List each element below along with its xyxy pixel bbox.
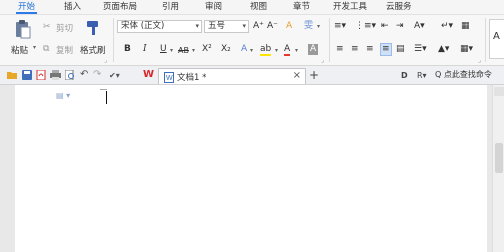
menu-tab-bar: 开始 插入 页面布局 引用 审阅 视图 章节 开发工具 云服务	[0, 0, 504, 14]
paragraph-layout-icon[interactable]: ▤ ▾	[56, 91, 70, 100]
font-dialog-launcher-icon[interactable]: ⌟	[321, 57, 324, 64]
quick-access-bar: ↶ ↷ ✔▾ W W 文档1 * × + D R▾ Q 点此查找命令	[0, 66, 504, 85]
clipboard-dialog-launcher-icon[interactable]: ⌟	[104, 57, 107, 64]
table-borders-button[interactable]: ▦	[461, 21, 470, 32]
margin-mark	[100, 89, 107, 90]
separator	[329, 18, 330, 62]
superscript-button[interactable]: X²	[202, 44, 212, 55]
grow-font-button[interactable]: A⁺	[253, 21, 264, 32]
undo-icon[interactable]: ↶	[80, 69, 88, 80]
wps-logo-icon[interactable]: W	[143, 69, 154, 80]
chevron-down-icon[interactable]: ▾	[192, 45, 195, 56]
tab-view[interactable]: 视图	[250, 1, 267, 14]
align-right-button[interactable]: ≡	[366, 44, 374, 55]
chinese-layout-button[interactable]: A▾	[414, 21, 425, 32]
chevron-down-icon[interactable]: ▾	[170, 45, 173, 56]
tab-page-layout[interactable]: 页面布局	[103, 1, 137, 14]
font-name-select[interactable]: 宋体 (正文) ▾	[117, 20, 202, 33]
tab-cloud[interactable]: 云服务	[386, 1, 412, 14]
chevron-down-icon[interactable]: ▾	[250, 45, 253, 56]
styles-gallery[interactable]: A	[489, 19, 504, 59]
paste-button[interactable]: 粘贴	[11, 44, 28, 56]
text-effect-button[interactable]: A	[241, 44, 247, 55]
format-painter-icon[interactable]	[86, 20, 100, 36]
print-icon[interactable]	[50, 70, 61, 80]
borders-button[interactable]: ▦▾	[460, 44, 473, 55]
command-search[interactable]: Q 点此查找命令	[435, 69, 492, 80]
cut-button[interactable]: 剪切	[56, 22, 73, 34]
char-shading-button[interactable]: A	[308, 44, 319, 55]
italic-button[interactable]: I	[143, 44, 147, 55]
paste-dropdown-icon[interactable]: ▾	[33, 44, 36, 51]
scrollbar-thumb[interactable]	[495, 143, 503, 173]
document-icon: W	[164, 72, 174, 83]
chevron-down-icon[interactable]: ▾	[295, 45, 298, 56]
font-name-value: 宋体 (正文)	[121, 21, 165, 31]
separator	[485, 18, 486, 62]
chevron-down-icon: ▾	[242, 22, 246, 30]
font-size-value: 五号	[208, 21, 226, 31]
styles-gallery-label: A	[493, 31, 500, 42]
redo-icon[interactable]: ↷	[93, 69, 101, 80]
pdf-icon[interactable]	[36, 70, 46, 80]
tab-review[interactable]: 审阅	[205, 1, 222, 14]
distributed-align-button[interactable]: ▤	[396, 44, 405, 55]
new-tab-button[interactable]: +	[309, 68, 319, 82]
strikethrough-button[interactable]: AB	[178, 45, 189, 56]
doc-assistant-icon[interactable]: D	[401, 70, 408, 81]
highlight-button[interactable]: ab	[260, 44, 272, 56]
font-size-select[interactable]: 五号 ▾	[204, 20, 249, 33]
tab-home[interactable]: 开始	[15, 1, 38, 14]
document-tab-name: 文档1 *	[177, 73, 207, 83]
copy-icon[interactable]: ⧉	[43, 44, 49, 55]
tab-chapter[interactable]: 章节	[293, 1, 310, 14]
paste-icon[interactable]	[14, 19, 32, 39]
align-left-button[interactable]: ≡	[336, 44, 344, 55]
chevron-down-icon: ▾	[195, 22, 199, 30]
svg-text:W: W	[166, 75, 173, 82]
tab-developer[interactable]: 开发工具	[333, 1, 367, 14]
show-marks-button[interactable]: ↵▾	[441, 21, 453, 32]
underline-button[interactable]: U	[160, 44, 167, 55]
close-icon[interactable]: ×	[293, 70, 301, 81]
shading-button[interactable]: ▲▾	[438, 44, 449, 55]
share-icon[interactable]: R▾	[417, 70, 427, 81]
chevron-down-icon[interactable]: ▾	[275, 45, 278, 56]
cut-icon[interactable]: ✂	[43, 22, 51, 33]
open-icon[interactable]	[7, 70, 18, 80]
subscript-button[interactable]: X₂	[221, 44, 231, 55]
bold-button[interactable]: B	[124, 44, 131, 55]
customize-toolbar-icon[interactable]: ✔▾	[109, 70, 120, 81]
tab-references[interactable]: 引用	[162, 1, 179, 14]
phonetic-guide-button[interactable]: 雯	[304, 21, 313, 32]
scroll-up-button[interactable]	[494, 87, 504, 96]
numbering-button[interactable]: ⋮≡▾	[355, 21, 376, 32]
text-cursor	[106, 91, 107, 104]
save-icon[interactable]	[22, 70, 32, 80]
ribbon: 粘贴 ▾ ✂ 剪切 ⧉ 复制 格式刷 ⌟ 宋体 (正文) ▾ 五号 ▾ A⁺ A⁻ …	[0, 14, 504, 66]
align-center-button[interactable]: ≡	[351, 44, 359, 55]
increase-indent-button[interactable]: ⇥	[396, 21, 404, 32]
print-preview-icon[interactable]	[65, 70, 75, 80]
clear-format-button[interactable]: A	[286, 21, 292, 32]
font-color-button[interactable]: A	[284, 44, 291, 56]
decrease-indent-button[interactable]: ⇤	[381, 21, 389, 32]
document-page[interactable]: ▤ ▾	[15, 85, 487, 252]
shrink-font-button[interactable]: A⁻	[267, 21, 278, 32]
tab-insert[interactable]: 插入	[64, 1, 81, 14]
chevron-down-icon[interactable]: ▾	[317, 21, 320, 32]
bullets-button[interactable]: ≡▾	[334, 21, 346, 32]
paragraph-dialog-launcher-icon[interactable]: ⌟	[478, 57, 481, 64]
document-tab[interactable]: W 文档1 * ×	[158, 68, 306, 84]
vertical-scrollbar[interactable]	[492, 85, 504, 252]
document-workspace: ▤ ▾	[0, 85, 504, 252]
format-painter-button[interactable]: 格式刷	[80, 44, 106, 56]
line-spacing-button[interactable]: ☰▾	[414, 44, 427, 55]
justify-button[interactable]: ≡	[380, 43, 392, 56]
copy-button[interactable]: 复制	[56, 44, 73, 56]
separator	[113, 18, 114, 62]
